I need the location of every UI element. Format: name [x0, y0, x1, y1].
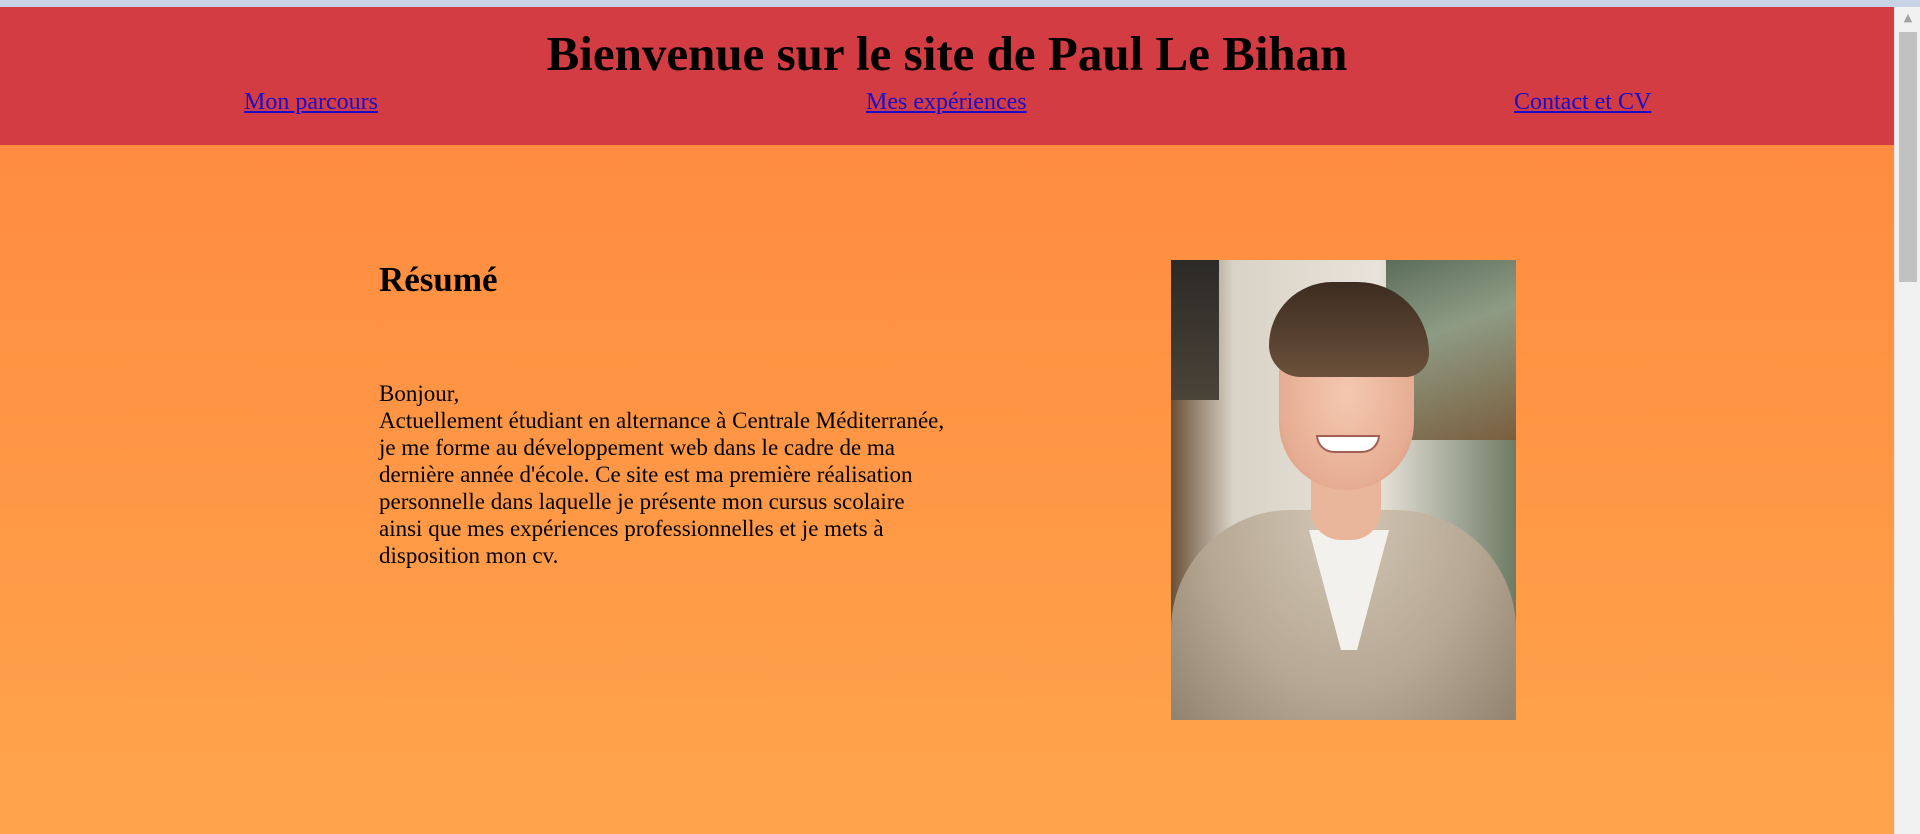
bio-line: disposition mon cv. — [379, 543, 559, 568]
site-header: Bienvenue sur le site de Paul Le Bihan M… — [0, 7, 1894, 145]
profile-photo — [1171, 260, 1516, 720]
main-content: Résumé Bonjour, Actuellement étudiant en… — [0, 145, 1894, 834]
nav-link-experiences[interactable]: Mes expériences — [866, 89, 1027, 116]
photo-background-frame — [1171, 260, 1219, 400]
scrollbar-thumb[interactable] — [1899, 32, 1917, 282]
bio-line: personnelle dans laquelle je présente mo… — [379, 489, 905, 514]
scroll-up-arrow-icon[interactable]: ▲ — [1895, 7, 1920, 29]
vertical-scrollbar[interactable]: ▲ — [1894, 7, 1920, 834]
section-title-resume: Résumé — [379, 260, 498, 299]
bio-paragraph: Bonjour, Actuellement étudiant en altern… — [379, 380, 979, 569]
nav-link-contact-cv[interactable]: Contact et CV — [1514, 89, 1651, 116]
site-title: Bienvenue sur le site de Paul Le Bihan — [546, 26, 1348, 81]
nav-link-parcours[interactable]: Mon parcours — [244, 89, 378, 116]
bio-line: ainsi que mes expériences professionnell… — [379, 516, 884, 541]
bio-line: Actuellement étudiant en alternance à Ce… — [379, 408, 945, 433]
bio-line: Bonjour, — [379, 381, 460, 406]
bio-line: je me forme au développement web dans le… — [379, 435, 895, 460]
bio-line: dernière année d'école. Ce site est ma p… — [379, 462, 913, 487]
photo-smile — [1316, 435, 1380, 453]
